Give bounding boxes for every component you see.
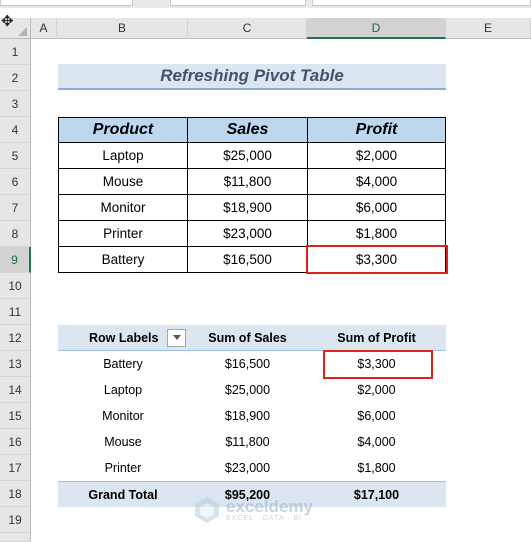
dropdown-arrow-icon xyxy=(172,335,181,340)
row-header-15[interactable]: 15 xyxy=(0,403,31,429)
column-header-a[interactable]: A xyxy=(31,18,57,39)
row-header-9[interactable]: 9 xyxy=(0,247,31,273)
source-cell-product[interactable]: Mouse xyxy=(58,168,188,195)
sheet-title[interactable]: Refreshing Pivot Table xyxy=(58,64,446,90)
highlight-box-pivot-profit xyxy=(323,350,433,379)
source-cell-product[interactable]: Printer xyxy=(58,220,188,247)
source-cell-profit[interactable]: $2,000 xyxy=(307,142,446,169)
exceldemy-watermark: exceldemy EXCEL · DATA · BI xyxy=(192,493,342,527)
formula-bar-controls[interactable] xyxy=(170,0,306,6)
source-header-profit[interactable]: Profit xyxy=(307,117,446,143)
row-header-5[interactable]: 5 xyxy=(0,143,31,169)
source-cell-profit[interactable]: $1,800 xyxy=(307,220,446,247)
pivot-row-label[interactable]: Monitor xyxy=(58,403,188,429)
source-cell-sales[interactable]: $23,000 xyxy=(187,220,308,247)
row-header-11[interactable]: 11 xyxy=(0,299,31,325)
pivot-row-profit[interactable]: $1,800 xyxy=(307,455,446,481)
pivot-row-profit[interactable]: $6,000 xyxy=(307,403,446,429)
row-header-10[interactable]: 10 xyxy=(0,273,31,299)
column-header-c[interactable]: C xyxy=(188,18,307,39)
pivot-header-row-labels-text: Row Labels xyxy=(89,330,159,345)
source-cell-sales[interactable]: $25,000 xyxy=(187,142,308,169)
pivot-row-label[interactable]: Printer xyxy=(58,455,188,481)
source-cell-profit[interactable]: $6,000 xyxy=(307,194,446,221)
pivot-row-sales[interactable]: $11,800 xyxy=(188,429,307,455)
source-cell-sales[interactable]: $11,800 xyxy=(187,168,308,195)
row-header-16[interactable]: 16 xyxy=(0,429,31,455)
pivot-header-row-labels[interactable]: Row Labels xyxy=(58,325,188,351)
row-header-17[interactable]: 17 xyxy=(0,455,31,481)
source-header-product[interactable]: Product xyxy=(58,117,188,143)
pivot-row-sales[interactable]: $25,000 xyxy=(188,377,307,403)
column-header-d[interactable]: D xyxy=(307,18,446,39)
row-header-19[interactable]: 19 xyxy=(0,507,31,533)
row-header-20[interactable] xyxy=(0,533,31,542)
row-header-2[interactable]: 2 xyxy=(0,65,31,91)
row-header-18[interactable]: 18 xyxy=(0,481,31,507)
column-header-e[interactable]: E xyxy=(446,18,531,39)
pivot-row-profit[interactable]: $2,000 xyxy=(307,377,446,403)
formula-input[interactable] xyxy=(312,0,531,6)
row-header-12[interactable]: 12 xyxy=(0,325,31,351)
row-header-6[interactable]: 6 xyxy=(0,169,31,195)
pivot-row-label[interactable]: Mouse xyxy=(58,429,188,455)
pivot-row-label[interactable]: Laptop xyxy=(58,377,188,403)
pivot-row-sales[interactable]: $23,000 xyxy=(188,455,307,481)
exceldemy-logo-icon xyxy=(195,497,219,523)
row-header-3[interactable]: 3 xyxy=(0,91,31,117)
select-all-triangle-icon xyxy=(18,27,27,36)
pivot-row-profit[interactable]: $4,000 xyxy=(307,429,446,455)
source-cell-profit[interactable]: $4,000 xyxy=(307,168,446,195)
source-header-sales[interactable]: Sales xyxy=(187,117,308,143)
watermark-name: exceldemy xyxy=(226,497,313,516)
highlight-box-source-profit xyxy=(306,245,448,274)
watermark-tagline: EXCEL · DATA · BI xyxy=(226,515,302,522)
pivot-row-sales[interactable]: $18,900 xyxy=(188,403,307,429)
pivot-row-label[interactable]: Battery xyxy=(58,351,188,377)
pivot-grand-total-label[interactable]: Grand Total xyxy=(58,481,188,507)
row-header-4[interactable]: 4 xyxy=(0,117,31,143)
name-box[interactable] xyxy=(0,0,133,6)
pivot-row-sales[interactable]: $16,500 xyxy=(188,351,307,377)
source-cell-product[interactable]: Battery xyxy=(58,246,188,273)
cursor-move-icon: ✥ xyxy=(1,13,14,30)
pivot-header-sum-sales[interactable]: Sum of Sales xyxy=(188,325,307,351)
row-header-8[interactable]: 8 xyxy=(0,221,31,247)
row-header-7[interactable]: 7 xyxy=(0,195,31,221)
source-cell-sales[interactable]: $16,500 xyxy=(187,246,308,273)
column-header-b[interactable]: B xyxy=(57,18,188,39)
source-cell-product[interactable]: Laptop xyxy=(58,142,188,169)
row-header-14[interactable]: 14 xyxy=(0,377,31,403)
filter-dropdown-button[interactable] xyxy=(167,328,187,347)
row-header-13[interactable]: 13 xyxy=(0,351,31,377)
row-header-1[interactable]: 1 xyxy=(0,39,31,65)
source-cell-product[interactable]: Monitor xyxy=(58,194,188,221)
pivot-header-sum-profit[interactable]: Sum of Profit xyxy=(307,325,446,351)
source-cell-sales[interactable]: $18,900 xyxy=(187,194,308,221)
